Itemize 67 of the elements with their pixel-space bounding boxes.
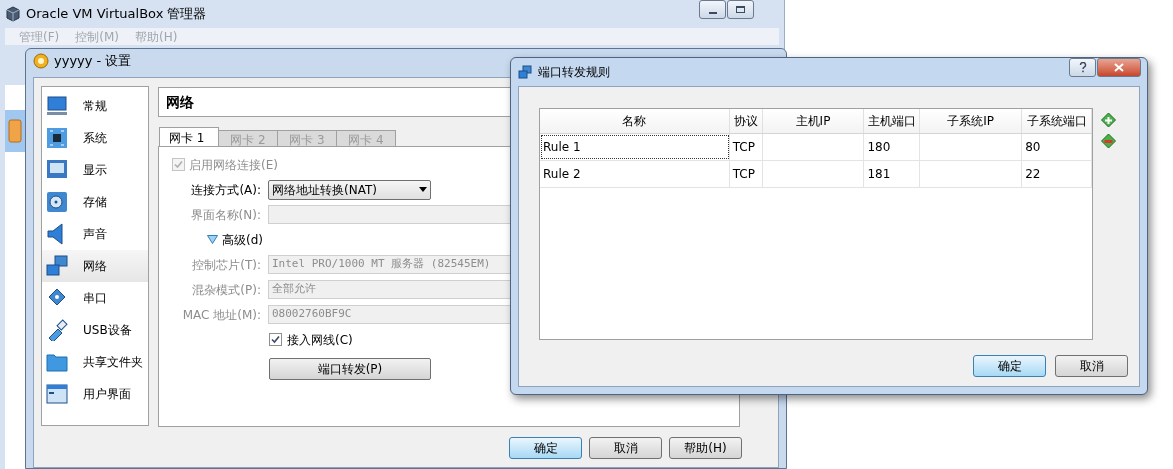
checkbox-label: 启用网络连接(E) <box>189 156 278 174</box>
sidebar-item[interactable]: 声音 <box>42 218 148 250</box>
checkmark-icon <box>174 160 183 169</box>
field-label: MAC 地址(M): <box>182 306 262 324</box>
monitor-icon <box>46 95 68 117</box>
field-label: 连接方式(A): <box>191 181 262 199</box>
network-icon <box>46 255 68 277</box>
sidebar-item[interactable]: USB设备 <box>42 314 148 346</box>
display-icon <box>46 159 68 181</box>
minimize-button[interactable] <box>699 0 726 19</box>
table-cell: Rule 1 <box>540 134 730 160</box>
dialog-button[interactable]: 帮助(H) <box>669 437 742 459</box>
field-label: 控制芯片(T): <box>192 256 262 274</box>
close-icon <box>1114 63 1124 72</box>
column-header[interactable]: 协议 <box>729 109 763 133</box>
sidebar-item[interactable]: 网络 <box>42 250 148 282</box>
table-cell: 22 <box>1022 161 1092 187</box>
dropdown-arrow-icon <box>419 187 427 192</box>
add-rule-icon[interactable] <box>1100 112 1117 129</box>
table-cell: Rule 2 <box>540 161 730 187</box>
folder-icon <box>46 351 68 373</box>
column-header[interactable]: 子系统IP <box>920 109 1023 133</box>
remove-rule-icon[interactable] <box>1100 133 1117 150</box>
port-forwarding-button[interactable]: 端口转发(P) <box>269 358 431 380</box>
table-cell: TCP <box>729 161 763 187</box>
checkmark-icon <box>271 335 280 344</box>
checkbox-label: 接入网线(C) <box>287 331 353 349</box>
expander-label[interactable]: 高级(d) <box>222 230 263 249</box>
table-cell: 180 <box>864 134 921 160</box>
sidebar-item[interactable]: 共享文件夹 <box>42 346 148 378</box>
close-button[interactable] <box>1097 58 1141 77</box>
column-header[interactable]: 名称 <box>540 109 730 133</box>
column-header[interactable]: 主机端口 <box>864 109 921 133</box>
cube-icon <box>6 6 20 22</box>
dialog-button[interactable]: 确定 <box>509 437 582 459</box>
table-cell: TCP <box>729 134 763 160</box>
window-title: 端口转发规则 <box>538 64 610 81</box>
table-cell: 80 <box>1022 134 1092 160</box>
sidebar-item[interactable]: 显示 <box>42 154 148 186</box>
dialog-button[interactable]: 取消 <box>1055 355 1128 377</box>
window-title: yyyyy - 设置 <box>54 52 132 71</box>
maximize-button[interactable] <box>727 0 754 19</box>
column-header[interactable]: 主机IP <box>762 109 865 133</box>
triangle-down-icon[interactable] <box>207 235 218 244</box>
usb-icon <box>46 319 68 341</box>
chip-icon <box>46 127 68 149</box>
tab[interactable]: 网卡 1 <box>159 127 219 148</box>
sidebar-item[interactable]: 存储 <box>42 186 148 218</box>
sidebar-item[interactable]: 常规 <box>42 90 148 122</box>
field-label: 混杂模式(P): <box>192 281 262 299</box>
sidebar-item[interactable]: 串口 <box>42 282 148 314</box>
page-title: 网络 <box>166 92 194 112</box>
question-mark-icon <box>1078 62 1087 73</box>
gear-icon <box>33 53 49 69</box>
dialog-button[interactable]: 取消 <box>589 437 662 459</box>
window-title: Oracle VM VirtualBox 管理器 <box>26 5 207 24</box>
dropdown[interactable]: 网络地址转换(NAT) <box>268 179 431 200</box>
dialog-button[interactable]: 确定 <box>973 355 1046 377</box>
field-label: 界面名称(N): <box>190 206 262 224</box>
sidebar-item[interactable]: 用户界面 <box>42 378 148 410</box>
network-icon <box>518 65 532 79</box>
checkbox[interactable] <box>269 333 282 346</box>
table-cell: 181 <box>864 161 921 187</box>
sidebar-item[interactable]: 系统 <box>42 122 148 154</box>
help-button[interactable] <box>1069 58 1096 77</box>
window-icon <box>46 383 68 405</box>
column-header[interactable]: 子系统端口 <box>1022 109 1092 133</box>
